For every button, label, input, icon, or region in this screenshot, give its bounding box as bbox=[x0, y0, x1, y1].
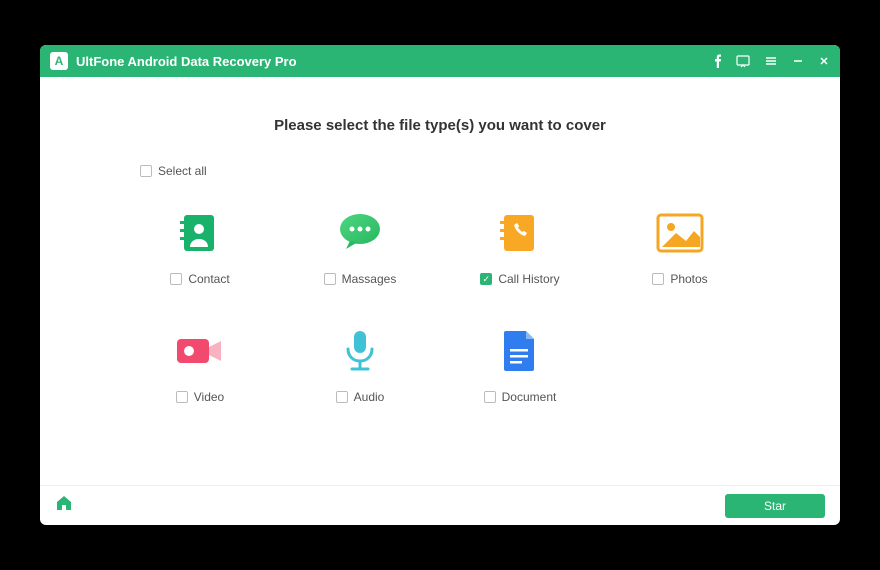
titlebar: A UltFone Android Data Recovery Pro bbox=[40, 45, 840, 77]
select-all-row[interactable]: Select all bbox=[140, 164, 760, 178]
call-history-checkbox[interactable] bbox=[480, 273, 492, 285]
contact-checkbox[interactable] bbox=[170, 273, 182, 285]
home-icon[interactable] bbox=[55, 494, 73, 517]
page-heading: Please select the file type(s) you want … bbox=[120, 117, 760, 134]
close-icon[interactable] bbox=[818, 55, 830, 67]
tile-label-row[interactable]: Photos bbox=[652, 272, 707, 286]
menu-icon[interactable] bbox=[764, 54, 778, 68]
app-logo-icon: A bbox=[50, 52, 68, 70]
messages-label: Massages bbox=[342, 272, 397, 286]
call-history-label: Call History bbox=[498, 272, 559, 286]
document-checkbox[interactable] bbox=[484, 391, 496, 403]
tile-label-row[interactable]: Document bbox=[484, 390, 557, 404]
messages-icon bbox=[335, 208, 385, 258]
tile-document[interactable]: Document bbox=[450, 326, 590, 404]
tile-photos[interactable]: Photos bbox=[610, 208, 750, 286]
tile-contact[interactable]: Contact bbox=[130, 208, 270, 286]
tile-call-history[interactable]: Call History bbox=[450, 208, 590, 286]
audio-checkbox[interactable] bbox=[336, 391, 348, 403]
contact-icon bbox=[175, 208, 225, 258]
facebook-icon[interactable] bbox=[714, 54, 722, 68]
video-icon bbox=[175, 326, 225, 376]
minimize-icon[interactable] bbox=[792, 55, 804, 67]
tile-label-row[interactable]: Massages bbox=[324, 272, 397, 286]
footer: Star bbox=[40, 485, 840, 525]
tile-label-row[interactable]: Call History bbox=[480, 272, 559, 286]
tile-messages[interactable]: Massages bbox=[290, 208, 430, 286]
photos-icon bbox=[655, 208, 705, 258]
contact-label: Contact bbox=[188, 272, 229, 286]
select-all-checkbox[interactable] bbox=[140, 165, 152, 177]
tile-label-row[interactable]: Contact bbox=[170, 272, 229, 286]
audio-icon bbox=[335, 326, 385, 376]
file-type-grid: Contact Massages Call History bbox=[120, 208, 760, 404]
tile-audio[interactable]: Audio bbox=[290, 326, 430, 404]
photos-label: Photos bbox=[670, 272, 707, 286]
audio-label: Audio bbox=[354, 390, 385, 404]
tile-video[interactable]: Video bbox=[130, 326, 270, 404]
start-button[interactable]: Star bbox=[725, 494, 825, 518]
content-area: Please select the file type(s) you want … bbox=[40, 77, 840, 485]
call-history-icon bbox=[495, 208, 545, 258]
messages-checkbox[interactable] bbox=[324, 273, 336, 285]
document-icon bbox=[495, 326, 545, 376]
tile-label-row[interactable]: Video bbox=[176, 390, 224, 404]
window-controls bbox=[714, 54, 830, 68]
video-checkbox[interactable] bbox=[176, 391, 188, 403]
app-title: UltFone Android Data Recovery Pro bbox=[76, 54, 714, 69]
tile-label-row[interactable]: Audio bbox=[336, 390, 385, 404]
app-window: A UltFone Android Data Recovery Pro Plea… bbox=[40, 45, 840, 525]
document-label: Document bbox=[502, 390, 557, 404]
feedback-icon[interactable] bbox=[736, 54, 750, 68]
video-label: Video bbox=[194, 390, 224, 404]
select-all-label: Select all bbox=[158, 164, 207, 178]
photos-checkbox[interactable] bbox=[652, 273, 664, 285]
